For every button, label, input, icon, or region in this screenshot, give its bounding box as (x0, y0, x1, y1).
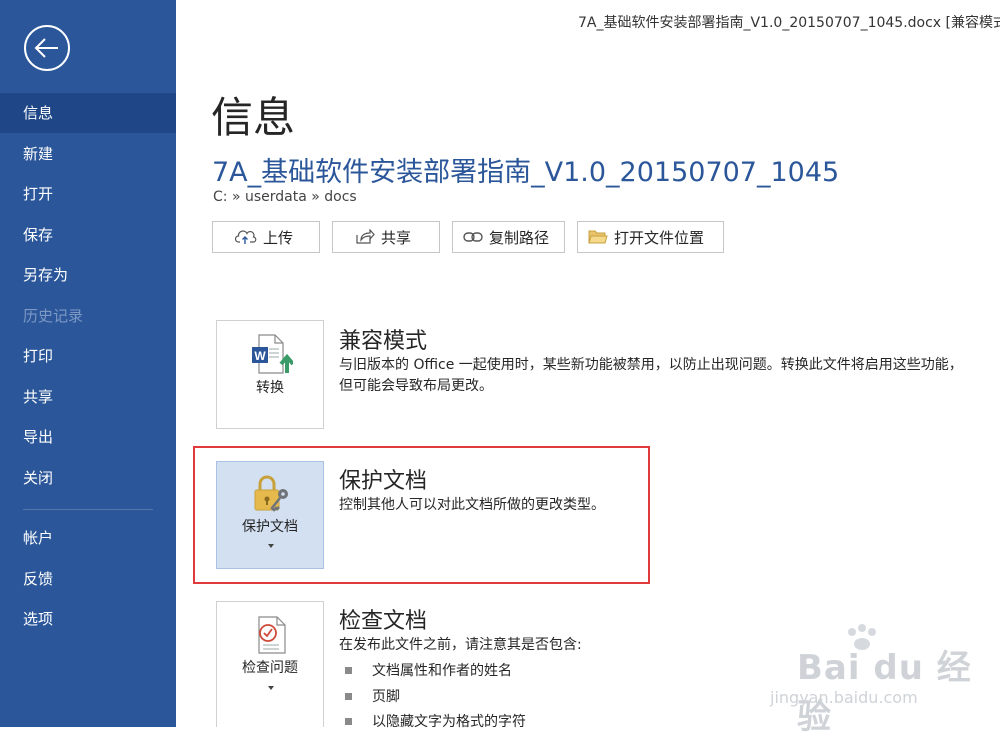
nav-save-as[interactable]: 另存为 (0, 255, 176, 295)
protect-description: 控制其他人可以对此文档所做的更改类型。 (339, 497, 605, 513)
nav-close[interactable]: 关闭 (0, 458, 176, 498)
nav-export[interactable]: 导出 (0, 417, 176, 457)
share-button[interactable]: 共享 (332, 221, 440, 253)
nav-new[interactable]: 新建 (0, 134, 176, 174)
nav-open[interactable]: 打开 (0, 174, 176, 214)
inspect-document-icon (258, 616, 286, 654)
protect-document-label: 保护文档 (242, 519, 298, 535)
dropdown-arrow-icon (268, 686, 274, 690)
document-name: 7A_基础软件安装部署指南_V1.0_20150707_1045 (212, 157, 840, 188)
open-location-button[interactable]: 打开文件位置 (577, 221, 724, 253)
inspect-bullet-text: 以隐藏文字为格式的字符 (372, 714, 526, 730)
folder-icon (588, 230, 608, 244)
watermark-url: jingyan.baidu.com (770, 688, 918, 707)
nav-print[interactable]: 打印 (0, 336, 176, 376)
inspect-bullet-text: 文档属性和作者的姓名 (372, 663, 512, 679)
convert-button[interactable]: W 转换 (216, 320, 324, 429)
upload-button[interactable]: 上传 (212, 221, 320, 253)
share-icon (356, 229, 375, 244)
baidu-watermark: Bai du 经验 jingyan.baidu.com (762, 620, 1000, 737)
nav-history: 历史记录 (23, 307, 84, 325)
cloud-upload-icon (235, 230, 257, 244)
inspect-bullet: 页脚 (345, 686, 400, 706)
dropdown-arrow-icon (268, 544, 274, 548)
inspect-title: 检查文档 (339, 609, 428, 634)
nav-options[interactable]: 选项 (0, 599, 176, 639)
nav-divider (23, 509, 153, 510)
check-issues-label: 检查问题 (242, 660, 298, 676)
document-path[interactable]: C: » userdata » docs (213, 189, 357, 205)
word-convert-icon: W (252, 334, 293, 374)
nav-feedback[interactable]: 反馈 (0, 559, 176, 599)
inspect-bullet: 以隐藏文字为格式的字符 (345, 711, 526, 731)
bullet-square-icon (345, 692, 352, 700)
copy-path-button[interactable]: 复制路径 (452, 221, 565, 253)
bullet-square-icon (345, 717, 352, 725)
page-title: 信息 (211, 93, 296, 142)
lock-key-icon (254, 475, 288, 512)
back-button[interactable] (24, 25, 70, 71)
nav-share[interactable]: 共享 (0, 377, 176, 417)
arrow-left-icon (34, 38, 58, 58)
convert-label: 转换 (256, 380, 284, 396)
svg-text:W: W (254, 349, 266, 363)
inspect-bullet: 文档属性和作者的姓名 (345, 660, 512, 680)
link-icon (463, 232, 483, 242)
compat-description: 与旧版本的 Office 一起使用时，某些新功能被禁用，以防止出现问题。转换此文… (339, 357, 963, 394)
bullet-square-icon (345, 666, 352, 674)
share-label: 共享 (381, 228, 412, 247)
inspect-bullet-text: 页脚 (372, 689, 400, 705)
copy-path-label: 复制路径 (489, 228, 550, 247)
nav-account[interactable]: 帐户 (0, 518, 176, 558)
nav-info[interactable]: 信息 (0, 93, 176, 133)
compat-title: 兼容模式 (339, 329, 428, 354)
nav-save[interactable]: 保存 (0, 215, 176, 255)
backstage-sidebar: 信息 新建 打开 保存 另存为 历史记录 打印 共享 导出 关闭 帐户 反馈 选… (0, 0, 176, 727)
window-title: 7A_基础软件安装部署指南_V1.0_20150707_1045.docx [兼… (578, 15, 1000, 31)
open-location-label: 打开文件位置 (614, 228, 705, 247)
check-issues-button[interactable]: 检查问题 (216, 601, 324, 727)
protect-document-button[interactable]: 保护文档 (216, 461, 324, 569)
upload-label: 上传 (263, 228, 294, 247)
protect-title: 保护文档 (339, 469, 428, 494)
